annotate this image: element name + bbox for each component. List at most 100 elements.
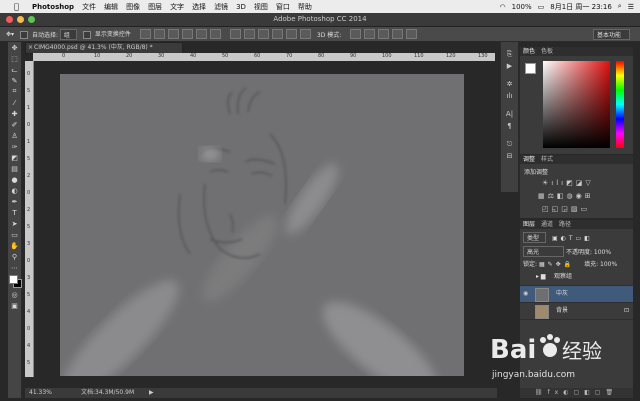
- lock-icons[interactable]: ▦✎✥🔒: [539, 261, 574, 268]
- fg-bg-color-swatches[interactable]: [8, 273, 22, 289]
- distribute-left-icon[interactable]: [271, 29, 283, 39]
- move-tool-icon[interactable]: ✥▾: [6, 31, 14, 38]
- healing-tool-icon[interactable]: ✚: [8, 108, 21, 119]
- align-top-icon[interactable]: [139, 29, 151, 39]
- gradient-tool-icon[interactable]: ▤: [8, 163, 21, 174]
- brush-panel-icon[interactable]: ılı: [501, 90, 518, 102]
- menu-filter[interactable]: 滤镜: [214, 2, 228, 12]
- menu-edit[interactable]: 编辑: [104, 2, 118, 12]
- layer-filter-dropdown[interactable]: 类型: [523, 232, 547, 243]
- move-tool-icon[interactable]: ✥: [8, 42, 21, 53]
- 3d-scale-icon[interactable]: [406, 29, 418, 39]
- layer-row-selected[interactable]: ◉ 中灰: [520, 286, 633, 303]
- tab-layers[interactable]: 图层: [523, 220, 535, 229]
- tab-adjustments[interactable]: 调整: [523, 155, 535, 164]
- distribute-hcenter-icon[interactable]: [285, 29, 297, 39]
- layer-filter-icons[interactable]: ▣◐T▭◧: [552, 235, 593, 242]
- blend-mode-dropdown[interactable]: 高光: [523, 246, 565, 257]
- foreground-color-swatch[interactable]: [9, 275, 18, 284]
- shape-tool-icon[interactable]: ▭: [8, 229, 21, 240]
- actions-panel-icon[interactable]: ▶: [501, 60, 518, 72]
- tab-close-icon[interactable]: ×: [28, 43, 33, 53]
- distribute-bottom-icon[interactable]: [257, 29, 269, 39]
- more-tools-icon[interactable]: ⋯: [8, 262, 21, 273]
- battery-icon[interactable]: ▭: [538, 3, 545, 11]
- eye-icon[interactable]: ◉: [523, 286, 528, 302]
- distribute-top-icon[interactable]: [229, 29, 241, 39]
- align-hcenter-icon[interactable]: [195, 29, 207, 39]
- hand-tool-icon[interactable]: ✋: [8, 240, 21, 251]
- adjustment-icons-row-1[interactable]: ☀ılı◩◪▽: [542, 179, 594, 187]
- visibility-toggle[interactable]: [523, 303, 525, 319]
- menu-type[interactable]: 文字: [170, 2, 184, 12]
- screen-mode-icon[interactable]: ▣: [8, 300, 21, 311]
- menu-view[interactable]: 视图: [254, 2, 268, 12]
- clock[interactable]: 8月1日 周一 23:16: [550, 2, 612, 12]
- distribute-vcenter-icon[interactable]: [243, 29, 255, 39]
- 3d-slide-icon[interactable]: [392, 29, 404, 39]
- pen-tool-icon[interactable]: ✒: [8, 196, 21, 207]
- document-info[interactable]: 文档:34.3M/50.9M: [81, 388, 134, 398]
- tab-channels[interactable]: 通道: [541, 220, 553, 229]
- status-menu-arrow-icon[interactable]: ▶: [149, 388, 154, 398]
- tab-styles[interactable]: 样式: [541, 155, 553, 164]
- tool-presets-panel-icon[interactable]: ⊟: [501, 150, 518, 162]
- vertical-ruler[interactable]: 051015202530354045: [25, 61, 34, 377]
- visibility-toggle[interactable]: [523, 269, 525, 285]
- align-vcenter-icon[interactable]: [153, 29, 165, 39]
- stamp-tool-icon[interactable]: ♙: [8, 130, 21, 141]
- adjustment-icons-row-3[interactable]: ◰◱◲▨▭: [542, 205, 590, 213]
- 3d-rotate-icon[interactable]: [350, 29, 362, 39]
- history-panel-icon[interactable]: ⎘: [501, 48, 518, 60]
- layer-row-background[interactable]: 背景 ⊡: [520, 303, 633, 320]
- tab-color[interactable]: 颜色: [523, 47, 535, 56]
- color-field[interactable]: [543, 61, 610, 148]
- zoom-tool-icon[interactable]: ⚲: [8, 251, 21, 262]
- tab-swatches[interactable]: 色板: [541, 47, 553, 56]
- wifi-icon[interactable]: ◠: [500, 3, 506, 11]
- layers-footer-buttons[interactable]: ⛓fx◐▢◧▢🗑: [520, 388, 633, 398]
- app-menu[interactable]: Photoshop: [32, 3, 74, 11]
- quick-mask-icon[interactable]: ◎: [8, 289, 21, 300]
- tab-paths[interactable]: 路径: [559, 220, 571, 229]
- workspace-dropdown[interactable]: 基本功能: [592, 29, 630, 40]
- adjustment-icons-row-2[interactable]: ▦⚖◧◍◉⊞: [538, 192, 594, 200]
- paragraph-panel-icon[interactable]: ¶: [501, 120, 518, 132]
- show-transform-checkbox[interactable]: [82, 30, 91, 39]
- eraser-tool-icon[interactable]: ◩: [8, 152, 21, 163]
- brush-tool-icon[interactable]: ✐: [8, 119, 21, 130]
- search-icon[interactable]: ⌕: [618, 2, 622, 11]
- clone-source-panel-icon[interactable]: ⎋: [501, 138, 518, 150]
- apple-icon[interactable]: : [14, 2, 24, 11]
- quick-select-tool-icon[interactable]: ✎: [8, 75, 21, 86]
- path-select-tool-icon[interactable]: ➤: [8, 218, 21, 229]
- align-right-icon[interactable]: [209, 29, 221, 39]
- align-left-icon[interactable]: [181, 29, 193, 39]
- menu-layer[interactable]: 图层: [148, 2, 162, 12]
- menu-image[interactable]: 图像: [126, 2, 140, 12]
- type-tool-icon[interactable]: T: [8, 207, 21, 218]
- hue-slider[interactable]: [616, 61, 624, 148]
- menu-file[interactable]: 文件: [82, 2, 96, 12]
- menu-list-icon[interactable]: ☰: [628, 3, 634, 11]
- zoom-level[interactable]: 41.33%: [29, 388, 52, 398]
- properties-panel-icon[interactable]: ✲: [501, 78, 518, 90]
- auto-select-checkbox[interactable]: [20, 31, 29, 39]
- fill-value[interactable]: 100%: [600, 261, 617, 268]
- menu-help[interactable]: 帮助: [298, 2, 312, 12]
- opacity-value[interactable]: 100%: [594, 249, 611, 256]
- crop-tool-icon[interactable]: ⌗: [8, 86, 21, 97]
- marquee-tool-icon[interactable]: ⬚: [8, 53, 21, 64]
- lasso-tool-icon[interactable]: ᓚ: [8, 64, 21, 75]
- auto-select-dropdown[interactable]: 组: [59, 28, 77, 40]
- layer-row-group[interactable]: ▸ ▆ 观察组: [520, 269, 633, 286]
- menu-3d[interactable]: 3D: [236, 3, 246, 11]
- character-panel-icon[interactable]: A|: [501, 108, 518, 120]
- image-canvas[interactable]: [60, 74, 464, 376]
- menu-window[interactable]: 窗口: [276, 2, 290, 12]
- align-bottom-icon[interactable]: [167, 29, 179, 39]
- menu-select[interactable]: 选择: [192, 2, 206, 12]
- blur-tool-icon[interactable]: ●: [8, 174, 21, 185]
- 3d-roll-icon[interactable]: [364, 29, 376, 39]
- eyedropper-tool-icon[interactable]: ⁄: [8, 97, 21, 108]
